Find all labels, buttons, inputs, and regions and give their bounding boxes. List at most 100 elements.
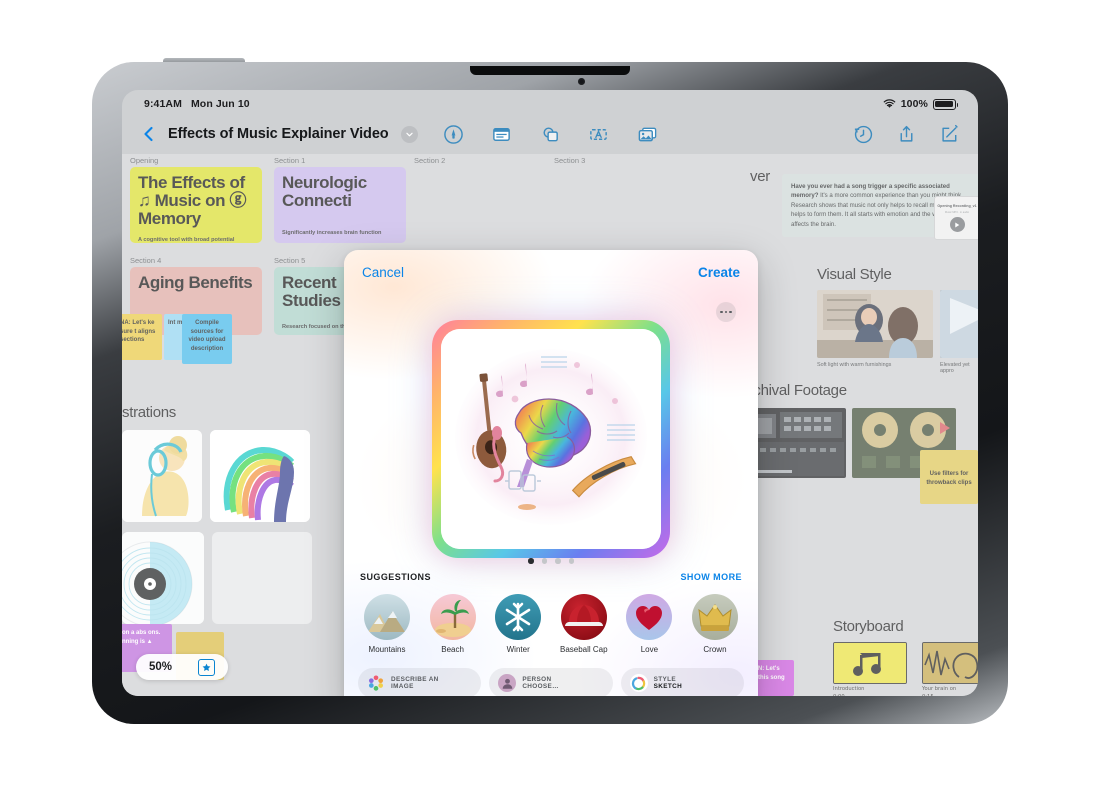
record-player-tile[interactable]: [122, 532, 204, 624]
section-label: Opening: [130, 156, 159, 165]
card-title: Aging Benefits: [138, 273, 253, 292]
ipad-screen: 9:41AM Mon Jun 10 100% Effects of Music …: [122, 90, 978, 696]
section-label: Section 5: [274, 256, 306, 265]
section-header-storyboard: Storyboard: [833, 618, 904, 635]
card-title: Neurologic Connecti: [282, 173, 367, 211]
suggestions-row: Mountains Beach Winter Baseball Cap Love…: [358, 594, 744, 654]
media-image-icon[interactable]: [637, 124, 658, 145]
sticky-note[interactable]: Compile sources for video upload descrip…: [182, 314, 232, 364]
canvas-tools: [443, 124, 658, 145]
page-dot[interactable]: [568, 558, 574, 564]
zoom-control[interactable]: 50%: [136, 654, 228, 680]
front-camera-icon: [578, 78, 585, 85]
visual-style-photo[interactable]: [817, 290, 933, 358]
suggestion-crown[interactable]: Crown: [686, 594, 744, 654]
suggestion-label: Crown: [703, 645, 727, 654]
generated-image: [441, 329, 661, 549]
card-opening[interactable]: The Effects of ♫ Music on ⓖ Memory A cog…: [130, 167, 262, 243]
battery-icon: [933, 98, 959, 110]
style-ring-icon: [629, 674, 648, 692]
storyboard-frame[interactable]: [922, 642, 978, 684]
section-header-cover: ver: [750, 168, 770, 185]
suggestion-label: Winter: [506, 645, 530, 654]
app-toolbar: Effects of Music Explainer Video: [122, 114, 978, 154]
suggestion-label: Beach: [441, 645, 464, 654]
card-section-1[interactable]: Neurologic Connecti Significantly increa…: [274, 167, 406, 243]
audio-recording-card[interactable]: Opening Recording_v1 Music MP3 · in audi…: [934, 196, 978, 240]
baseball-cap-icon: [560, 594, 607, 640]
pill-value: IMAGE: [391, 683, 414, 690]
suggestions-label: SUGGESTIONS: [360, 572, 431, 582]
zoom-level: 50%: [148, 661, 173, 673]
undo-clock-icon[interactable]: [853, 124, 874, 145]
photo-caption: Soft light with warm furnishings: [817, 362, 892, 368]
winter-icon: [495, 594, 542, 640]
wifi-icon: [883, 99, 896, 109]
suggestion-label: Mountains: [368, 645, 406, 654]
compose-pencil-icon[interactable]: [939, 124, 960, 145]
status-date: Mon Jun 10: [190, 98, 250, 110]
suggestion-mountains[interactable]: Mountains: [358, 594, 416, 654]
pill-key: STYLE: [653, 675, 677, 683]
more-dots-icon[interactable]: [716, 302, 736, 322]
beach-icon: [429, 594, 476, 640]
option-pills-row: DESCRIBE AN IMAGE PERSON CHOOSE… STYLE S…: [358, 668, 744, 696]
suggestion-label: Baseball Cap: [559, 645, 608, 654]
section-label: Section 4: [130, 256, 162, 265]
audio-subtitle: Music MP3 · in audio: [944, 211, 970, 215]
suggestion-baseball-cap[interactable]: Baseball Cap: [555, 594, 613, 654]
illustration-tile[interactable]: [122, 430, 202, 522]
carousel-page-dots[interactable]: [344, 558, 758, 564]
text-box-icon[interactable]: [588, 124, 609, 145]
storyboard-caption: Introduction: [833, 686, 865, 692]
describe-image-pill[interactable]: DESCRIBE AN IMAGE: [358, 668, 482, 696]
person-avatar-icon: [498, 674, 517, 692]
suggestion-love[interactable]: Love: [620, 594, 678, 654]
style-pill[interactable]: STYLE SKETCH: [620, 668, 744, 696]
card-title: The Effects of ♫ Music on ⓖ Memory: [138, 173, 247, 229]
illustration-tile[interactable]: [210, 430, 310, 522]
page-title: Effects of Music Explainer Video: [168, 126, 389, 142]
page-dot[interactable]: [528, 558, 534, 564]
suggestion-winter[interactable]: Winter: [489, 594, 547, 654]
photo-caption: Elevated yet appro: [940, 362, 970, 374]
cancel-button[interactable]: Cancel: [362, 265, 404, 280]
storyboard-frame[interactable]: [833, 642, 907, 684]
document-canvas[interactable]: Opening Section 1 Section 2 Section 3 Se…: [122, 154, 978, 696]
section-header-visual-style: Visual Style: [817, 266, 892, 283]
shapes-icon[interactable]: [540, 124, 561, 145]
empty-tile[interactable]: [212, 532, 312, 624]
section-label: Section 2: [414, 156, 446, 165]
page-dot[interactable]: [555, 558, 561, 564]
show-more-button[interactable]: SHOW MORE: [680, 572, 742, 582]
play-icon[interactable]: [949, 217, 965, 233]
generated-image-frame[interactable]: [432, 320, 670, 558]
section-label: Section 3: [554, 156, 586, 165]
toolbar-right-actions: [853, 124, 960, 145]
visual-style-photo[interactable]: [940, 290, 978, 358]
pill-value: CHOOSE…: [522, 683, 559, 690]
image-generation-modal[interactable]: Cancel Create SUGGESTIONS SHOW MORE Moun…: [344, 250, 758, 696]
suggestion-label: Love: [640, 645, 659, 654]
pill-value: SKETCH: [653, 683, 683, 690]
pill-key: DESCRIBE AN: [391, 675, 439, 683]
create-button[interactable]: Create: [698, 265, 740, 280]
pen-circle-icon[interactable]: [443, 124, 464, 145]
pill-key: PERSON: [522, 675, 552, 683]
status-time: 9:41AM: [144, 98, 182, 110]
suggestions-header: SUGGESTIONS SHOW MORE: [360, 572, 742, 582]
sticky-note[interactable]: Use filters for throwback clips: [920, 450, 978, 504]
status-bar: 9:41AM Mon Jun 10 100%: [122, 90, 978, 114]
page-dot[interactable]: [541, 558, 547, 564]
sticky-note[interactable]: NA: Let's ke sure t aligns sections: [122, 314, 162, 360]
star-box-icon[interactable]: [198, 658, 215, 676]
modal-header: Cancel Create: [344, 250, 758, 280]
chevron-left-icon[interactable]: [140, 125, 158, 143]
chevron-down-icon[interactable]: [400, 125, 418, 143]
ipad-notch: [470, 66, 630, 75]
share-up-arrow-icon[interactable]: [896, 124, 917, 145]
suggestion-beach[interactable]: Beach: [424, 594, 482, 654]
person-pill[interactable]: PERSON CHOOSE…: [489, 668, 613, 696]
storyboard-caption: Your brain on: [922, 686, 957, 692]
note-card-icon[interactable]: [491, 124, 512, 145]
